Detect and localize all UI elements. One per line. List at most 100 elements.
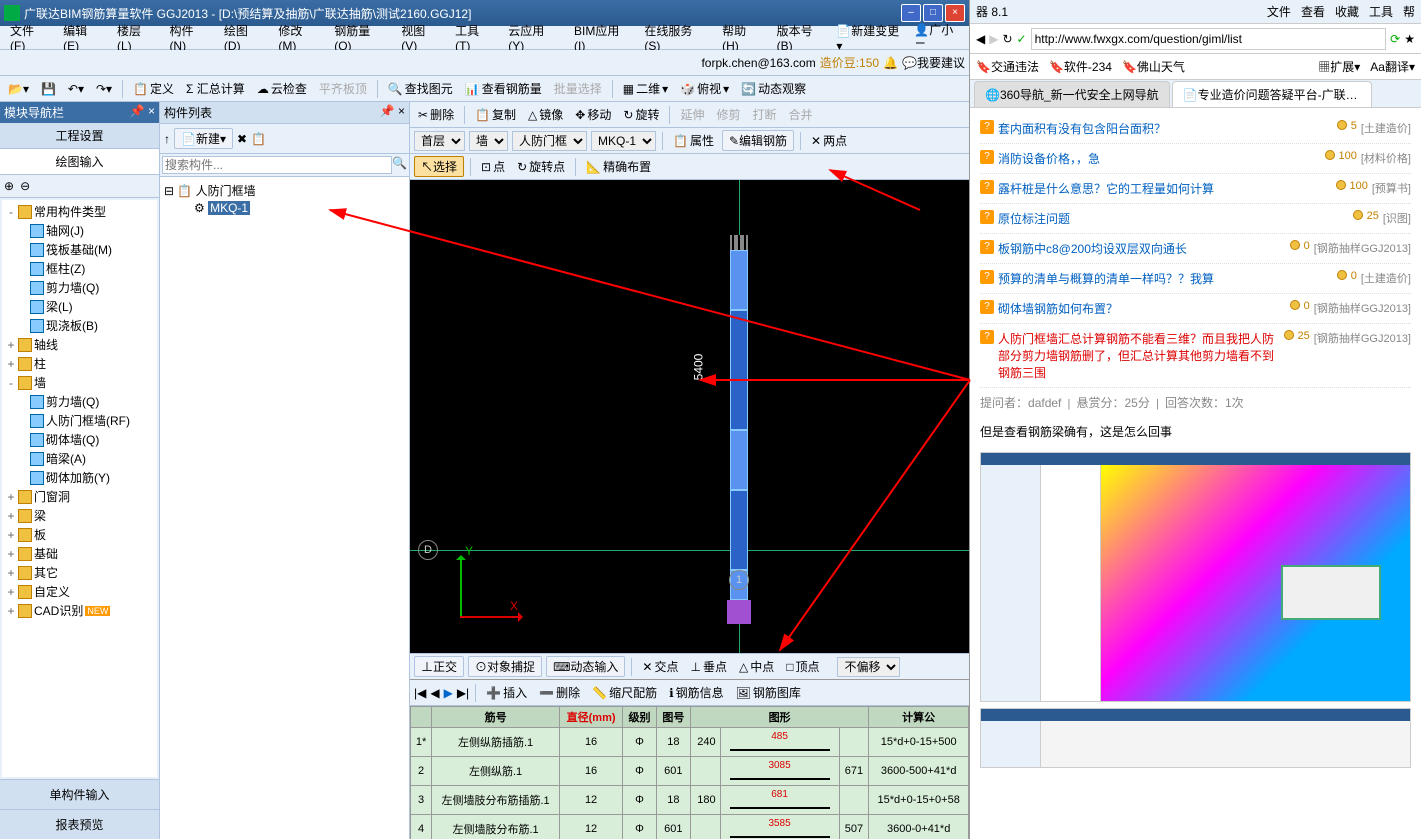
table-row[interactable]: 3左侧墙肢分布筋插筋.112Φ1818068115*d+0-15+0+58 [411, 786, 969, 815]
extend-button[interactable]: 延伸 [676, 104, 708, 125]
comp-search-input[interactable] [162, 156, 392, 174]
table-row[interactable]: 1*左侧纵筋插筋.116Φ1824048515*d+0-15+500 [411, 728, 969, 757]
tree-brick-rein[interactable]: 砌体加筋(Y) [46, 469, 110, 486]
tree-shear-wall-q[interactable]: 剪力墙(Q) [46, 393, 99, 410]
tree-beam[interactable]: 梁(L) [46, 298, 73, 315]
tree-shear-wall[interactable]: 剪力墙(Q) [46, 279, 99, 296]
merge-button[interactable]: 合并 [785, 104, 817, 125]
pin-icon[interactable]: 📌 × [130, 104, 155, 121]
tree-custom[interactable]: 自定义 [34, 583, 70, 600]
edit-rebar-button[interactable]: ✎编辑钢筋 [722, 130, 794, 151]
dyn-input-toggle[interactable]: ⌨动态输入 [546, 656, 625, 677]
url-input[interactable] [1031, 28, 1387, 50]
ext-button[interactable]: ▦扩展▾ [1318, 58, 1360, 75]
br-menu-file[interactable]: 文件 [1267, 3, 1291, 20]
question-screenshot-2[interactable] [980, 708, 1411, 768]
ortho-toggle[interactable]: ⊥正交 [414, 656, 464, 677]
snap-toggle[interactable]: ⊙对象捕捉 [468, 656, 542, 677]
tree-door-window[interactable]: 门窗洞 [34, 488, 70, 505]
qa-item[interactable]: ?砌体墙钢筋如何布置？0[钢筋抽样GGJ2013] [980, 294, 1411, 324]
table-row[interactable]: 4左侧墙肢分布筋.112Φ60135855073600-0+41*d [411, 815, 969, 839]
collapse-icon[interactable]: ⊖ [20, 179, 30, 193]
star-icon[interactable]: ★ [1404, 32, 1415, 46]
rotate-button[interactable]: ↻旋转 [619, 104, 663, 125]
table-row[interactable]: 2左侧纵筋.116Φ60130856713600-500+41*d [411, 757, 969, 786]
tree-column[interactable]: 柱 [34, 355, 46, 372]
delete-row-button[interactable]: ➖删除 [535, 682, 584, 703]
redo-button[interactable]: ↷▾ [92, 80, 116, 98]
br-menu-tools[interactable]: 工具 [1369, 3, 1393, 20]
cross-snap[interactable]: ✕交点 [638, 656, 682, 677]
tab-fwxgx[interactable]: 📄专业造价问题答疑平台-广联达服 [1172, 81, 1372, 107]
refresh-icon[interactable]: ↻ [1002, 32, 1012, 46]
qa-item[interactable]: ?消防设备价格，，急100[材料价格] [980, 144, 1411, 174]
batch-select-button[interactable]: 批量选择 [550, 78, 606, 99]
comp-item-mkq1[interactable]: MKQ-1 [208, 201, 250, 215]
back-icon[interactable]: ◀ [976, 32, 985, 46]
drawing-canvas[interactable]: 5400 Y X D 1 [410, 180, 969, 653]
tree-beam2[interactable]: 梁 [34, 507, 46, 524]
br-menu-fav[interactable]: 收藏 [1335, 3, 1359, 20]
single-component-input-button[interactable]: 单构件输入 [0, 779, 159, 809]
bookmark-software[interactable]: 🔖软件-234 [1049, 58, 1112, 75]
question-screenshot-1[interactable] [980, 452, 1411, 702]
expand-icon[interactable]: ⊕ [4, 179, 14, 193]
category-select[interactable]: 墙 [469, 131, 508, 151]
bookmark-traffic[interactable]: 🔖交通违法 [976, 58, 1039, 75]
rotate-point-button[interactable]: ↻旋转点 [513, 156, 569, 177]
break-button[interactable]: 打断 [748, 104, 780, 125]
flat-slab-button[interactable]: 平齐板顶 [315, 78, 371, 99]
comp-pin-icon[interactable]: 📌 × [380, 104, 405, 121]
scale-rebar-button[interactable]: 📏缩尺配筋 [588, 682, 661, 703]
delete-button[interactable]: ✂删除 [414, 104, 458, 125]
next-row-button[interactable]: ▶ [444, 686, 453, 700]
trim-button[interactable]: 修剪 [712, 104, 744, 125]
tab-360nav[interactable]: 🌐360导航_新一代安全上网导航 [974, 81, 1170, 107]
tree-cast-slab[interactable]: 现浇板(B) [46, 317, 98, 334]
type-select[interactable]: 人防门框 [512, 131, 587, 151]
first-row-button[interactable]: |◀ [414, 686, 426, 700]
tree-axis-line[interactable]: 轴线 [34, 336, 58, 353]
bookmark-weather[interactable]: 🔖佛山天气 [1122, 58, 1185, 75]
minimize-button[interactable]: – [901, 4, 921, 22]
component-type-tree[interactable]: -常用构件类型 轴网(J) 筏板基础(M) 框柱(Z) 剪力墙(Q) 梁(L) … [2, 200, 157, 777]
perp-snap[interactable]: ⊥垂点 [686, 656, 730, 677]
maximize-button[interactable]: □ [923, 4, 943, 22]
rebar-table[interactable]: 筋号 直径(mm) 级别 图号 图形 计算公 1*左侧纵筋插筋.116Φ1824… [410, 706, 969, 839]
tree-common-types[interactable]: 常用构件类型 [34, 203, 106, 220]
back-button[interactable]: 📂▾ [4, 80, 33, 98]
bell-icon[interactable]: 🔔 [883, 56, 898, 70]
tab-draw-input[interactable]: 绘图输入 [0, 149, 159, 175]
mirror-button[interactable]: △镜像 [524, 104, 567, 125]
comp-up-button[interactable]: ↑ [164, 132, 170, 146]
save-button[interactable]: 💾 [37, 80, 60, 98]
last-row-button[interactable]: ▶| [457, 686, 469, 700]
mid-snap[interactable]: △中点 [735, 656, 778, 677]
tree-wall[interactable]: 墙 [34, 374, 46, 391]
tree-other[interactable]: 其它 [34, 564, 58, 581]
browser-content[interactable]: ?套内面积有没有包含阳台面积？5[土建造价] ?消防设备价格，，急100[材料价… [970, 108, 1421, 839]
move-button[interactable]: ✥移动 [571, 104, 615, 125]
new-change-button[interactable]: 📄新建变更 ▾ [836, 22, 908, 53]
dynamic-view-button[interactable]: 🔄动态观察 [737, 78, 810, 99]
tree-slab[interactable]: 板 [34, 526, 46, 543]
tree-cad[interactable]: CAD识别 [34, 602, 83, 619]
offset-select[interactable]: 不偏移 [837, 657, 900, 677]
insert-row-button[interactable]: ➕插入 [482, 682, 531, 703]
wall-element[interactable] [730, 235, 748, 625]
report-preview-button[interactable]: 报表预览 [0, 809, 159, 839]
rebar-gallery-button[interactable]: 🖼钢筋图库 [732, 682, 805, 703]
prev-row-button[interactable]: ◀ [430, 686, 439, 700]
qa-item[interactable]: ?原位标注问题25[识图] [980, 204, 1411, 234]
two-point-button[interactable]: ✕两点 [807, 130, 851, 151]
copy-component-button[interactable]: 📋 [251, 132, 266, 146]
tab-project-settings[interactable]: 工程设置 [0, 123, 159, 149]
tree-raft[interactable]: 筏板基础(M) [46, 241, 112, 258]
br-menu-view[interactable]: 查看 [1301, 3, 1325, 20]
define-button[interactable]: 📋定义 [129, 78, 178, 99]
point-button[interactable]: ⊡点 [477, 156, 509, 177]
floor-select[interactable]: 首层 [414, 131, 465, 151]
br-menu-help[interactable]: 帮 [1403, 3, 1415, 20]
qa-item[interactable]: ?板钢筋中c8@200均设双层双向通长0[钢筋抽样GGJ2013] [980, 234, 1411, 264]
copy-button[interactable]: 📋复制 [471, 104, 520, 125]
